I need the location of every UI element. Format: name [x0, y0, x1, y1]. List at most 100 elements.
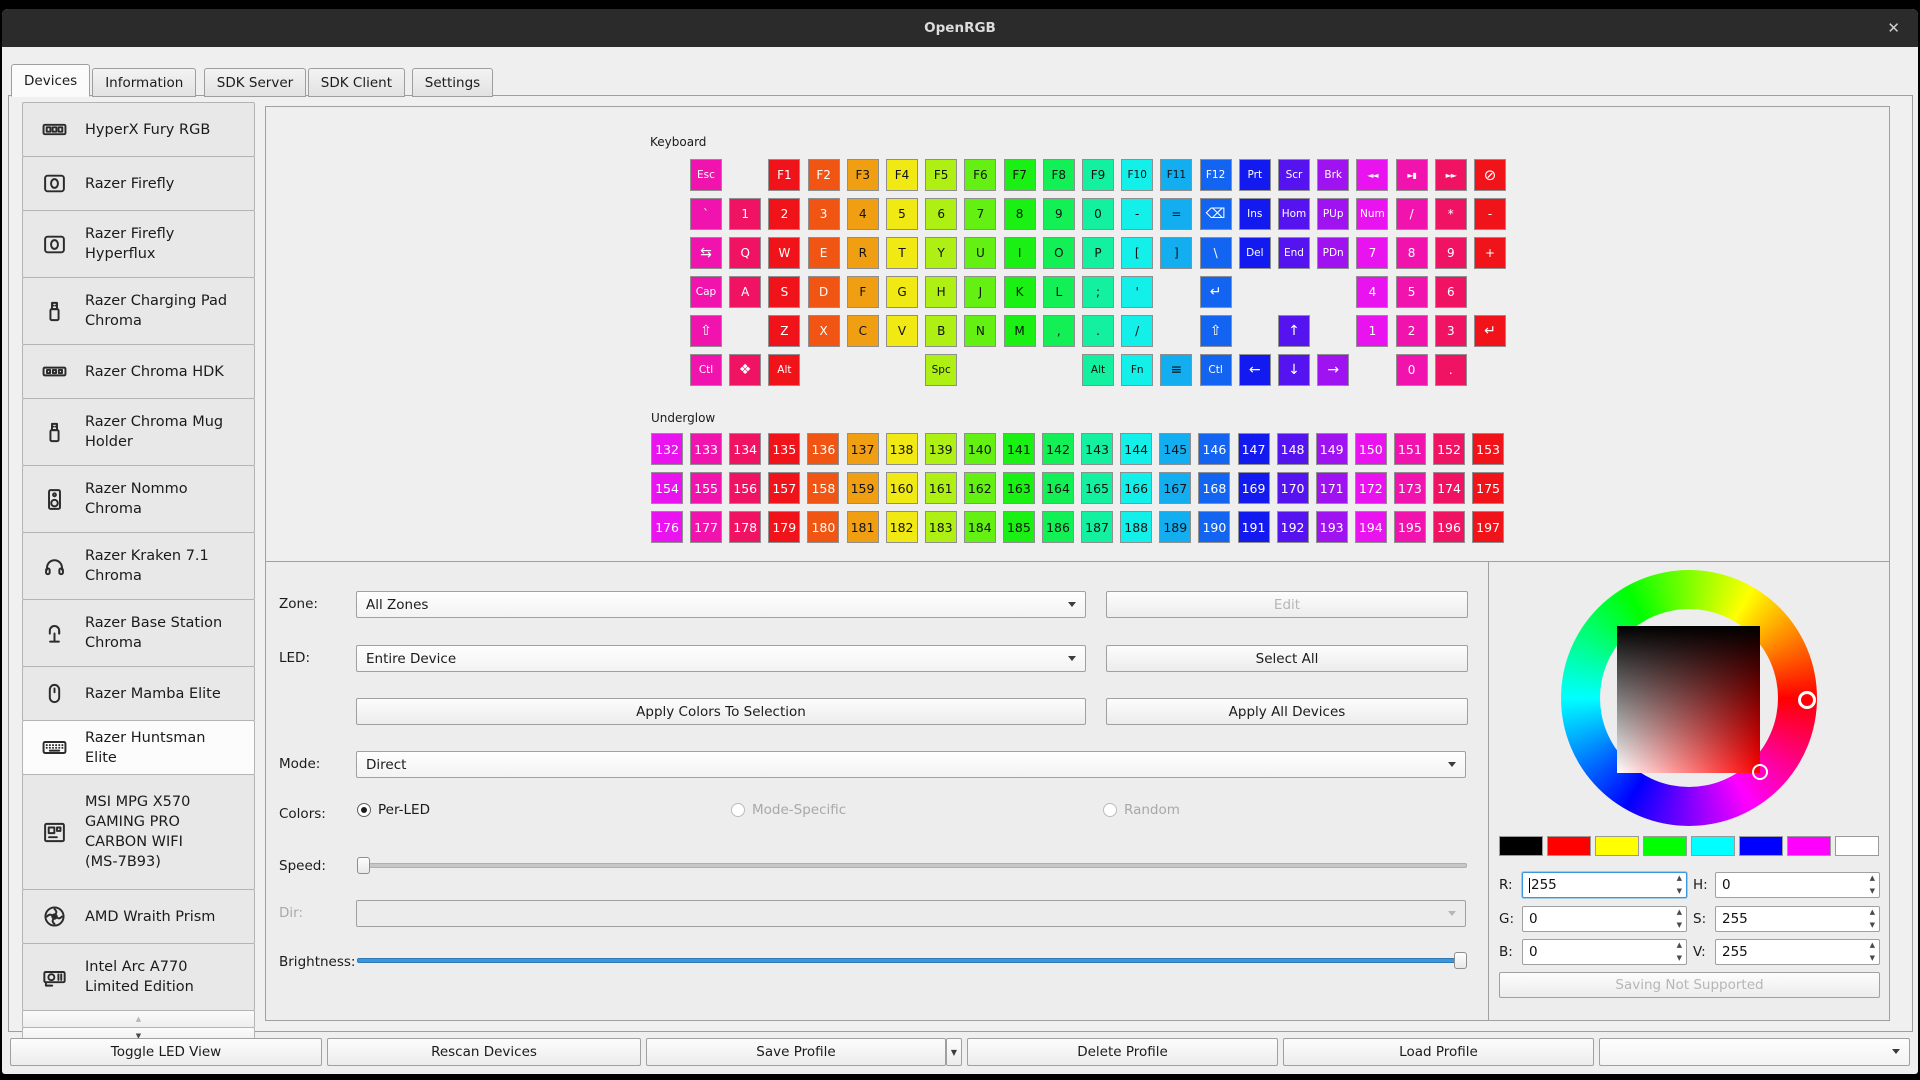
save-profile-dropdown-arrow[interactable]: ▼ — [946, 1038, 962, 1066]
color-swatch-000000[interactable] — [1499, 836, 1543, 856]
key-;[interactable]: ; — [1082, 276, 1114, 308]
spinner-arrows-icon[interactable]: ▲▼ — [1677, 942, 1682, 962]
key-6[interactable]: 6 — [1435, 276, 1467, 308]
key-ctl[interactable]: Ctl — [1200, 354, 1232, 386]
underglow-led-146[interactable]: 146 — [1198, 433, 1230, 465]
underglow-led-157[interactable]: 157 — [768, 472, 800, 504]
underglow-led-163[interactable]: 163 — [1003, 472, 1035, 504]
color-swatch-00ffff[interactable] — [1691, 836, 1735, 856]
v-value-input[interactable]: 255▲▼ — [1715, 939, 1880, 965]
underglow-led-193[interactable]: 193 — [1316, 511, 1348, 543]
key-scr[interactable]: Scr — [1278, 159, 1310, 191]
underglow-led-148[interactable]: 148 — [1277, 433, 1309, 465]
key-e[interactable]: E — [808, 237, 840, 269]
key-0[interactable]: 0 — [1082, 198, 1114, 230]
key-f8[interactable]: F8 — [1043, 159, 1075, 191]
key-9[interactable]: 9 — [1435, 237, 1467, 269]
underglow-led-153[interactable]: 153 — [1472, 433, 1504, 465]
brightness-slider[interactable] — [357, 958, 1467, 963]
underglow-led-177[interactable]: 177 — [690, 511, 722, 543]
key-*[interactable]: * — [1435, 198, 1467, 230]
key-5[interactable]: 5 — [886, 198, 918, 230]
sidebar-item-razer-firefly-hyperflux[interactable]: Razer Firefly Hyperflux — [22, 210, 255, 278]
key-4[interactable]: 4 — [847, 198, 879, 230]
underglow-led-162[interactable]: 162 — [964, 472, 996, 504]
key-i[interactable]: I — [1004, 237, 1036, 269]
key-8[interactable]: 8 — [1396, 237, 1428, 269]
color-swatch-00ff00[interactable] — [1643, 836, 1687, 856]
key-k[interactable]: K — [1004, 276, 1036, 308]
key-brk[interactable]: Brk — [1317, 159, 1349, 191]
key-][interactable]: ] — [1160, 237, 1192, 269]
key-fn[interactable]: Fn — [1121, 354, 1153, 386]
underglow-led-135[interactable]: 135 — [768, 433, 800, 465]
underglow-led-169[interactable]: 169 — [1238, 472, 1270, 504]
b-value-input[interactable]: 0▲▼ — [1522, 939, 1687, 965]
underglow-led-184[interactable]: 184 — [964, 511, 996, 543]
key-0[interactable]: 0 — [1396, 354, 1428, 386]
color-swatch-ff00ff[interactable] — [1787, 836, 1831, 856]
underglow-led-145[interactable]: 145 — [1159, 433, 1191, 465]
key-6[interactable]: 6 — [925, 198, 957, 230]
underglow-led-144[interactable]: 144 — [1120, 433, 1152, 465]
underglow-led-174[interactable]: 174 — [1433, 472, 1465, 504]
key-l[interactable]: L — [1043, 276, 1075, 308]
key-spc[interactable]: Spc — [925, 354, 957, 386]
key-num[interactable]: Num — [1356, 198, 1388, 230]
key-f1[interactable]: F1 — [768, 159, 800, 191]
key-x[interactable]: X — [808, 315, 840, 347]
key-alt[interactable]: Alt — [1082, 354, 1114, 386]
key-j[interactable]: J — [964, 276, 996, 308]
underglow-led-175[interactable]: 175 — [1472, 472, 1504, 504]
spinner-arrows-icon[interactable]: ▲▼ — [1677, 909, 1682, 929]
underglow-led-194[interactable]: 194 — [1355, 511, 1387, 543]
underglow-led-197[interactable]: 197 — [1472, 511, 1504, 543]
sidebar-item-razer-kraken-7-1-chroma[interactable]: Razer Kraken 7.1 Chroma — [22, 532, 255, 600]
underglow-led-149[interactable]: 149 — [1316, 433, 1348, 465]
mute-key-icon[interactable]: ⊘ — [1474, 159, 1506, 191]
mode-select[interactable]: Direct — [356, 751, 1466, 778]
key-/[interactable]: / — [1121, 315, 1153, 347]
key-`[interactable]: ` — [690, 198, 722, 230]
key-f5[interactable]: F5 — [925, 159, 957, 191]
key-f4[interactable]: F4 — [886, 159, 918, 191]
spinner-arrows-icon[interactable]: ▲▼ — [1870, 909, 1875, 929]
underglow-led-192[interactable]: 192 — [1277, 511, 1309, 543]
key-/[interactable]: / — [1396, 198, 1428, 230]
color-swatch-ffff00[interactable] — [1595, 836, 1639, 856]
key-8[interactable]: 8 — [1004, 198, 1036, 230]
key-h[interactable]: H — [925, 276, 957, 308]
underglow-led-186[interactable]: 186 — [1042, 511, 1074, 543]
up-key-icon[interactable]: ↑ — [1278, 315, 1310, 347]
down-key-icon[interactable]: ↓ — [1278, 354, 1310, 386]
menu-key-icon[interactable]: ≡ — [1160, 354, 1192, 386]
tab-sdk-server[interactable]: SDK Server — [204, 68, 306, 97]
underglow-led-191[interactable]: 191 — [1238, 511, 1270, 543]
key-\[interactable]: \ — [1200, 237, 1232, 269]
key-end[interactable]: End — [1278, 237, 1310, 269]
key-3[interactable]: 3 — [808, 198, 840, 230]
underglow-led-173[interactable]: 173 — [1394, 472, 1426, 504]
enter-key-icon[interactable]: ↵ — [1200, 276, 1232, 308]
underglow-led-141[interactable]: 141 — [1003, 433, 1035, 465]
underglow-led-147[interactable]: 147 — [1238, 433, 1270, 465]
profile-combo[interactable] — [1599, 1038, 1910, 1066]
underglow-led-151[interactable]: 151 — [1394, 433, 1426, 465]
key-hom[interactable]: Hom — [1278, 198, 1310, 230]
key-pdn[interactable]: PDn — [1317, 237, 1349, 269]
key-u[interactable]: U — [964, 237, 996, 269]
speed-slider-handle[interactable] — [357, 857, 370, 874]
key-7[interactable]: 7 — [964, 198, 996, 230]
key-w[interactable]: W — [768, 237, 800, 269]
underglow-led-164[interactable]: 164 — [1042, 472, 1074, 504]
underglow-led-183[interactable]: 183 — [925, 511, 957, 543]
key-7[interactable]: 7 — [1356, 237, 1388, 269]
key-f[interactable]: F — [847, 276, 879, 308]
shift-key-icon[interactable]: ⇧ — [690, 315, 722, 347]
rescan-devices-button[interactable]: Rescan Devices — [327, 1038, 641, 1066]
key-q[interactable]: Q — [729, 237, 761, 269]
hue-handle[interactable] — [1798, 691, 1816, 709]
key-ctl[interactable]: Ctl — [690, 354, 722, 386]
key-prt[interactable]: Prt — [1239, 159, 1271, 191]
backspace-key-icon[interactable]: ⌫ — [1200, 198, 1232, 230]
